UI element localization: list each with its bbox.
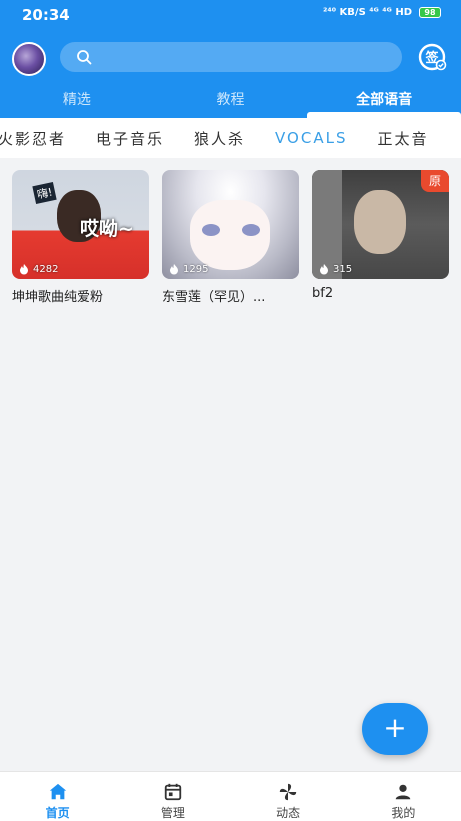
thumbnail-face bbox=[190, 200, 270, 270]
thumbnail-figure bbox=[354, 190, 406, 254]
play-count: 1295 bbox=[168, 263, 208, 275]
search-icon bbox=[77, 50, 92, 65]
thumbnail-eye bbox=[202, 224, 220, 236]
bottom-nav: 首页 管理 动态 我的 bbox=[0, 771, 461, 821]
thumbnail-caption: 哎呦~ bbox=[80, 218, 134, 240]
fire-icon bbox=[170, 264, 178, 275]
tab-all-voices[interactable]: 全部语音 bbox=[307, 88, 461, 118]
person-icon bbox=[396, 784, 411, 800]
fire-icon bbox=[20, 264, 28, 275]
top-tabs: 精选 教程 全部语音 bbox=[0, 88, 461, 118]
nav-label: 我的 bbox=[391, 806, 416, 820]
voice-card[interactable]: 1295 东雪莲（罕见）... bbox=[162, 170, 299, 305]
original-badge: 原 bbox=[421, 170, 449, 192]
card-title[interactable]: 坤坤歌曲纯爱粉 bbox=[12, 286, 149, 305]
calendar-icon bbox=[164, 783, 182, 801]
card-thumbnail[interactable]: 1295 bbox=[162, 170, 299, 279]
voice-card[interactable]: 原 315 bf2 bbox=[312, 170, 449, 301]
nav-item-manage[interactable]: 管理 bbox=[115, 772, 230, 821]
sign-in-icon[interactable]: 签 bbox=[416, 41, 448, 73]
play-count: 4282 bbox=[18, 263, 58, 275]
nav-label: 首页 bbox=[45, 806, 70, 820]
fire-icon bbox=[320, 264, 328, 275]
card-thumbnail[interactable]: 嗨! 哎呦~ 4282 bbox=[12, 170, 149, 279]
network-indicators: ²⁴⁰ KB/S ⁴ᴳ ⁴ᴳ HD bbox=[322, 7, 412, 18]
status-bar: 20:34 ²⁴⁰ KB/S ⁴ᴳ ⁴ᴳ HD 98 bbox=[0, 0, 461, 32]
pinwheel-icon bbox=[279, 783, 297, 801]
play-count: 315 bbox=[318, 263, 352, 275]
voice-card[interactable]: 嗨! 哎呦~ 4282 坤坤歌曲纯爱粉 bbox=[12, 170, 149, 305]
tab-tutorials[interactable]: 教程 bbox=[154, 88, 308, 118]
nav-item-home[interactable]: 首页 bbox=[0, 772, 115, 821]
nav-item-feed[interactable]: 动态 bbox=[231, 772, 346, 821]
card-title[interactable]: 东雪莲（罕见）... bbox=[162, 286, 299, 305]
avatar[interactable] bbox=[12, 42, 46, 76]
category-tab-naruto[interactable]: 火影忍者 bbox=[0, 128, 66, 149]
home-icon bbox=[49, 783, 66, 800]
status-time: 20:34 bbox=[22, 6, 70, 24]
category-tab-shota[interactable]: 正太音 bbox=[377, 128, 428, 149]
status-indicators: ²⁴⁰ KB/S ⁴ᴳ ⁴ᴳ HD 98 bbox=[323, 7, 441, 18]
category-tabs: 火影忍者 电子音乐 狼人杀 VOCALS 正太音 bbox=[0, 118, 461, 158]
app-header: 签 精选 教程 全部语音 bbox=[0, 32, 461, 118]
category-tab-vocals[interactable]: VOCALS bbox=[275, 129, 347, 147]
search-input[interactable] bbox=[60, 42, 402, 72]
card-title[interactable]: bf2 bbox=[312, 286, 449, 301]
thumbnail-tag: 嗨! bbox=[32, 181, 58, 205]
thumbnail-eye bbox=[242, 224, 260, 236]
nav-item-me[interactable]: 我的 bbox=[346, 772, 461, 821]
category-tab-electronic[interactable]: 电子音乐 bbox=[96, 128, 164, 149]
battery-icon: 98 bbox=[419, 7, 441, 18]
category-tab-werewolf[interactable]: 狼人杀 bbox=[194, 128, 245, 149]
nav-label: 动态 bbox=[276, 806, 301, 820]
add-button[interactable]: + bbox=[362, 703, 428, 755]
nav-label: 管理 bbox=[160, 806, 185, 820]
tab-featured[interactable]: 精选 bbox=[0, 88, 154, 118]
card-thumbnail[interactable]: 原 315 bbox=[312, 170, 449, 279]
